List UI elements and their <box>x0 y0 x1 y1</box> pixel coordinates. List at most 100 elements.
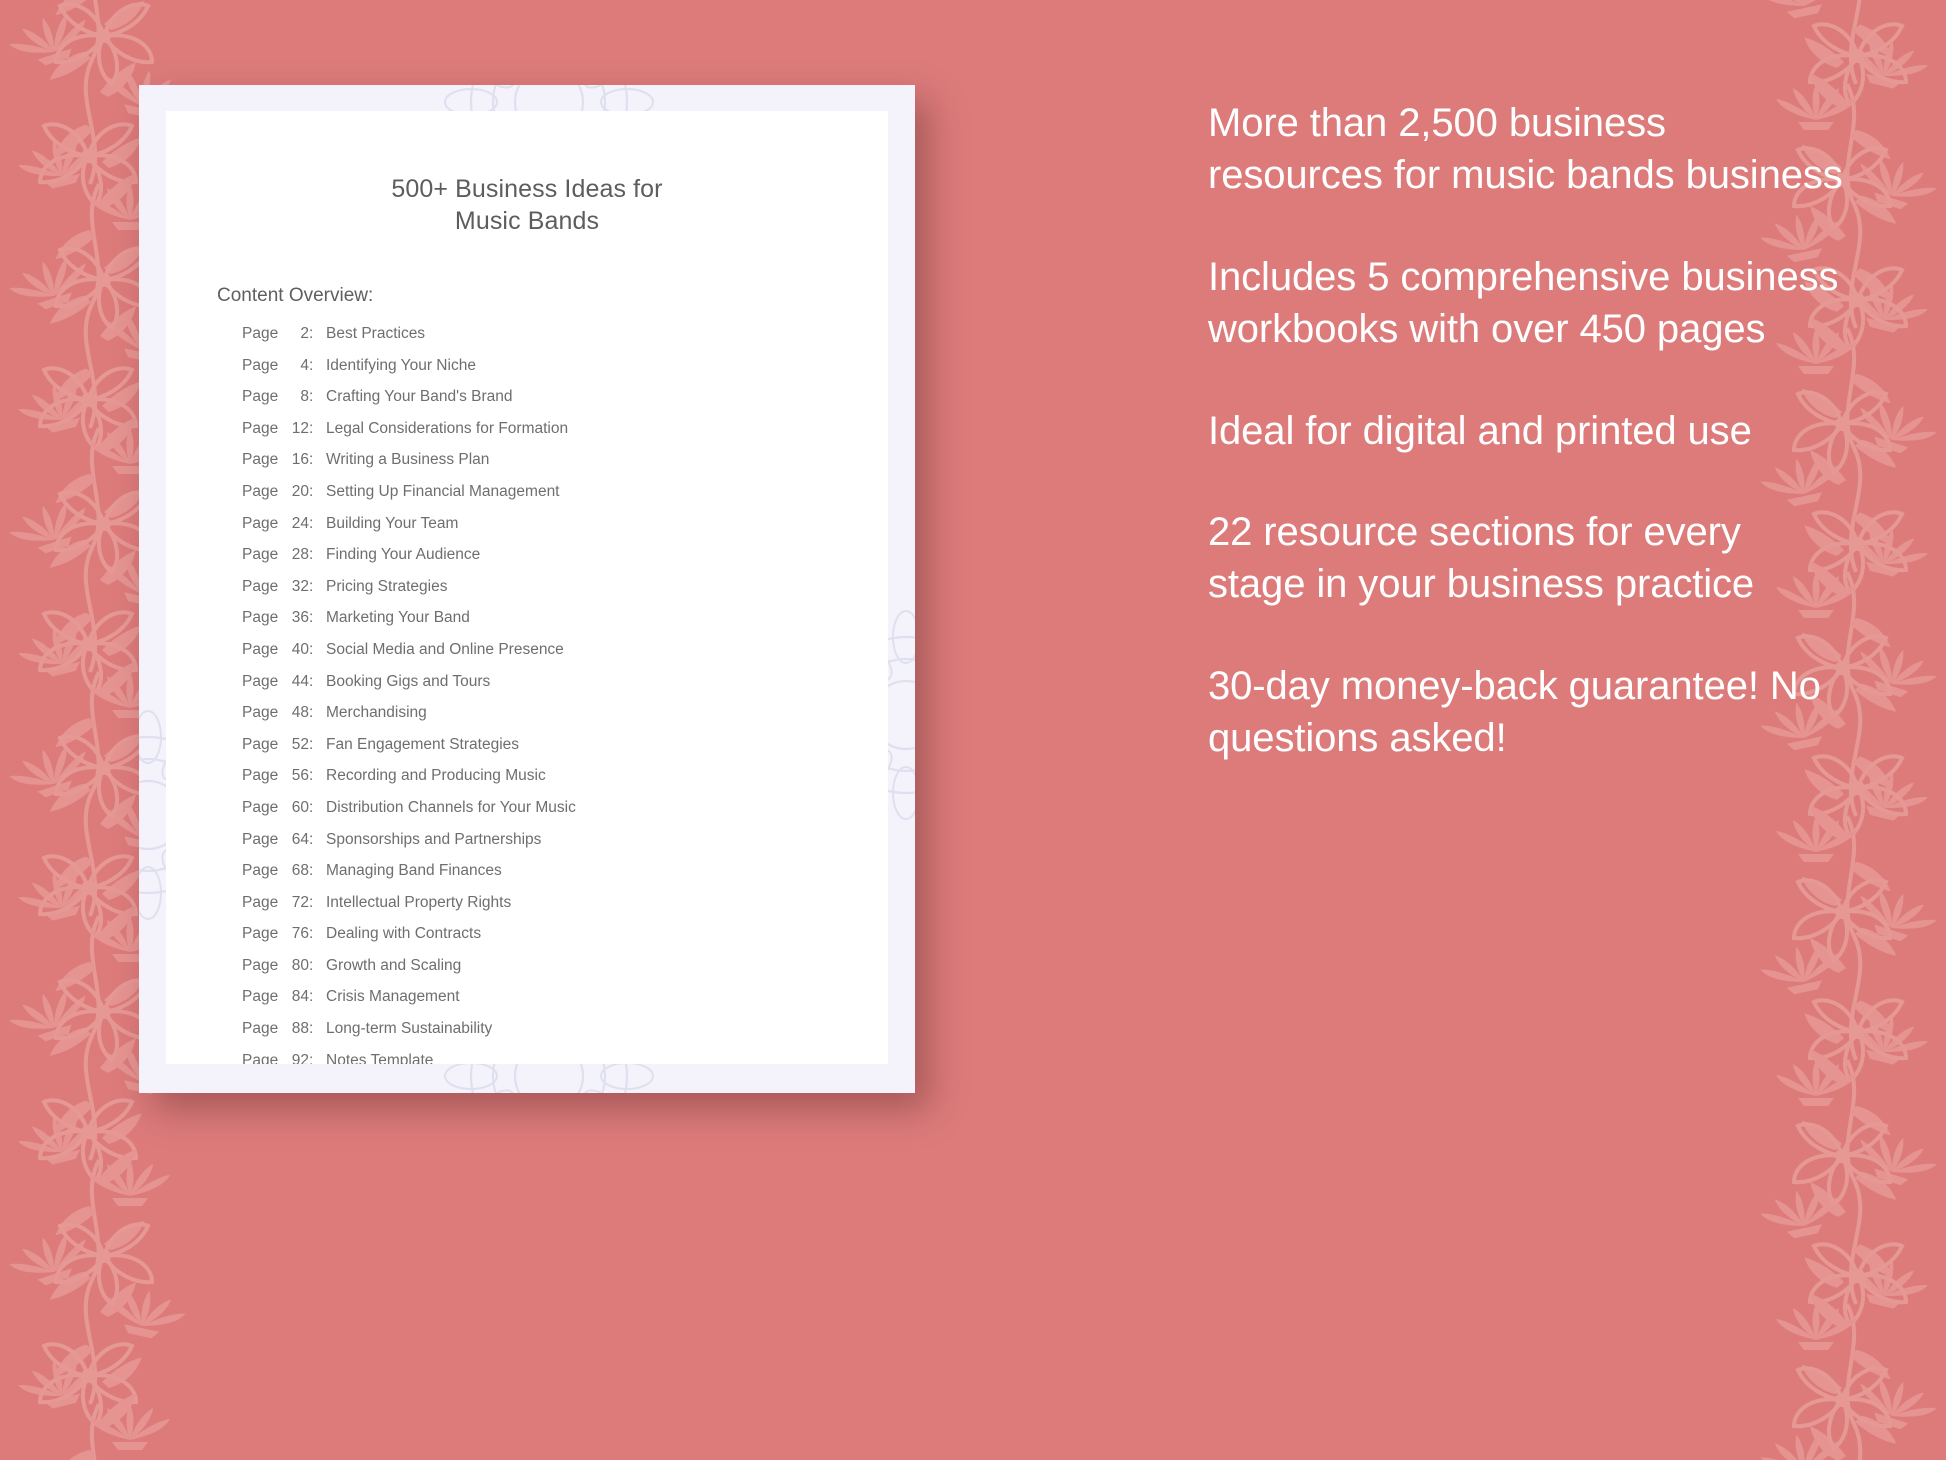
toc-entry: Page 52: Fan Engagement Strategies <box>242 737 888 753</box>
toc-entry: Page 88: Long-term Sustainability <box>242 1021 888 1037</box>
toc-page-word: Page <box>242 956 279 974</box>
toc-page-number: 76 <box>291 925 309 943</box>
toc-page-word: Page <box>242 577 279 595</box>
toc-separator: : <box>309 956 314 974</box>
document-page: 500+ Business Ideas for Music Bands Cont… <box>166 111 888 1064</box>
toc-separator: : <box>309 893 314 911</box>
toc-entry: Page 72: Intellectual Property Rights <box>242 895 888 911</box>
toc-separator: : <box>309 640 314 658</box>
marketing-paragraph: 30-day money-back guarantee! No question… <box>1208 663 1821 761</box>
toc-page-number: 48 <box>291 704 309 722</box>
toc-page-number: 2 <box>300 325 309 342</box>
marketing-paragraph: More than 2,500 business resources for m… <box>1208 101 1843 198</box>
toc-entry-title: Setting Up Financial Management <box>326 482 560 500</box>
toc-entry-title: Finding Your Audience <box>326 546 481 564</box>
toc-page-word: Page <box>242 640 279 658</box>
toc-page-word: Page <box>242 862 279 880</box>
marketing-paragraph: Includes 5 comprehensive business workbo… <box>1208 254 1839 352</box>
toc-entry: Page 92: Notes Template <box>242 1053 888 1064</box>
toc-page-number: 72 <box>291 893 309 911</box>
document-mockup: 500+ Business Ideas for Music Bands Cont… <box>139 85 915 1093</box>
toc-separator: : <box>309 798 314 816</box>
toc-entry-title: Identifying Your Niche <box>326 356 476 374</box>
toc-page-word: Page <box>242 672 279 690</box>
toc-entry: Page 24: Building Your Team <box>242 516 888 532</box>
toc-entry-title: Legal Considerations for Formation <box>326 419 569 437</box>
toc-entry-title: Managing Band Finances <box>326 862 502 880</box>
toc-page-word: Page <box>242 451 279 469</box>
toc-separator: : <box>309 767 314 785</box>
toc-entry-title: Recording and Producing Music <box>326 767 546 785</box>
toc-page-word: Page <box>242 893 279 911</box>
marketing-paragraph: Ideal for digital and printed use <box>1208 408 1752 453</box>
toc-page-word: Page <box>242 767 279 785</box>
toc-page-number: 28 <box>291 546 309 564</box>
document-title-line-2: Music Bands <box>454 207 600 235</box>
toc-page-word: Page <box>242 704 279 722</box>
toc-entry-title: Crafting Your Band's Brand <box>326 388 513 406</box>
toc-entry: Page 12: Legal Considerations for Formatio… <box>242 421 888 437</box>
toc-page-number: 12 <box>291 419 309 437</box>
toc-separator: : <box>309 325 314 342</box>
toc-entry-title: Writing a Business Plan <box>326 451 490 469</box>
toc-entry: Page 8: Crafting Your Band's Brand <box>242 389 888 405</box>
toc-page-number: 92 <box>291 1051 309 1064</box>
toc-entry: Page 64: Sponsorships and Partnerships <box>242 830 888 848</box>
toc-page-word: Page <box>242 798 279 816</box>
toc-separator: : <box>309 735 314 753</box>
toc-separator: : <box>309 356 314 374</box>
toc-page-number: 36 <box>291 609 309 627</box>
toc-separator: : <box>309 1020 314 1038</box>
toc-page-word: Page <box>242 609 279 627</box>
toc-entry-title: Dealing with Contracts <box>326 925 482 943</box>
toc-page-number: 68 <box>291 862 309 880</box>
toc-page-number: 64 <box>291 830 309 848</box>
toc-entry: Page 56: Recording and Producing Music <box>242 768 888 784</box>
toc-entry: Page 36: Marketing Your Band <box>242 610 888 626</box>
document-frame: 500+ Business Ideas for Music Bands Cont… <box>139 85 915 1093</box>
toc-entry-title: Notes Template <box>326 1051 434 1064</box>
toc-entry-title: Social Media and Online Presence <box>326 640 564 658</box>
marketing-copy: More than 2,500 business resources for m… <box>1208 97 1848 765</box>
toc-separator: : <box>309 482 314 500</box>
toc-page-word: Page <box>242 735 279 753</box>
toc-entry-title: Booking Gigs and Tours <box>326 672 491 690</box>
toc-entry-title: Intellectual Property Rights <box>326 893 512 911</box>
document-title: 500+ Business Ideas for Music Bands <box>166 173 888 237</box>
toc-separator: : <box>309 988 314 1006</box>
toc-page-number: 24 <box>291 514 309 532</box>
toc-entry-title: Marketing Your Band <box>326 609 470 627</box>
toc-page-number: 60 <box>291 798 309 816</box>
marketing-paragraph: 22 resource sections for every stage in … <box>1208 509 1755 607</box>
toc-separator: : <box>309 704 314 722</box>
toc-separator: : <box>309 609 314 627</box>
toc-entry-title: Fan Engagement Strategies <box>326 735 520 753</box>
toc-separator: : <box>309 546 314 564</box>
toc-entry: Page 76: Dealing with Contracts <box>242 926 888 942</box>
toc-entry-title: Merchandising <box>326 704 427 722</box>
toc-page-word: Page <box>242 830 279 848</box>
toc-page-word: Page <box>242 988 279 1006</box>
toc-entry-title: Growth and Scaling <box>326 956 462 974</box>
toc-entry: Page 68: Managing Band Finances <box>242 863 888 879</box>
toc-separator: : <box>309 514 314 532</box>
toc-entry: Page 60: Distribution Channels for Your Mu… <box>242 800 888 816</box>
toc-page-word: Page <box>242 1051 279 1064</box>
toc-page-word: Page <box>242 546 279 564</box>
toc-page-word: Page <box>242 388 279 406</box>
toc-entry: Page 28: Finding Your Audience <box>242 547 888 563</box>
content-overview-heading: Content Overview: <box>217 285 374 306</box>
toc-entry: Page 80: Growth and Scaling <box>242 958 888 974</box>
toc-separator: : <box>309 830 314 848</box>
toc-page-number: 84 <box>291 988 309 1006</box>
toc-entry-title: Long-term Sustainability <box>326 1020 493 1038</box>
toc-separator: : <box>309 388 314 406</box>
toc-page-number: 8 <box>300 388 309 406</box>
toc-entry: Page 4: Identifying Your Niche <box>242 358 888 374</box>
toc-entry: Page 84: Crisis Management <box>242 989 888 1005</box>
toc-page-number: 88 <box>291 1020 309 1038</box>
toc-page-word: Page <box>242 419 279 437</box>
toc-page-number: 4 <box>300 356 309 374</box>
toc-page-number: 20 <box>291 482 309 500</box>
toc-page-word: Page <box>242 356 279 374</box>
